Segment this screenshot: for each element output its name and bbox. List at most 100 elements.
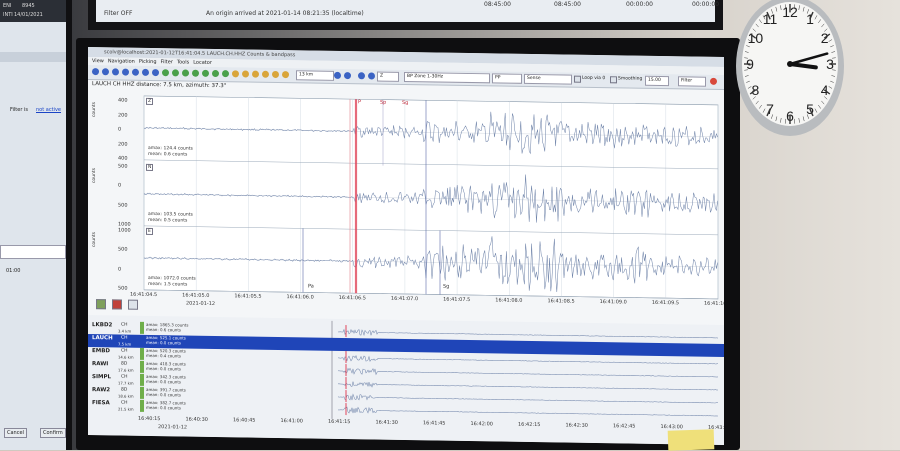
time-tick-label: 16:41:07.5 bbox=[443, 297, 470, 303]
left-monitor: ENI 8945 INTI 14/01/2021 Filter is not a… bbox=[0, 0, 72, 450]
toolbar-action-icon[interactable] bbox=[242, 70, 249, 77]
station-name: RAWI bbox=[92, 361, 108, 367]
y-tick-label: 500 bbox=[118, 163, 128, 169]
phase-label-top: P bbox=[358, 99, 361, 105]
reject-button[interactable] bbox=[112, 299, 122, 309]
toolbar-nav-icon[interactable] bbox=[358, 72, 365, 79]
wall-clock: 121234567891011 bbox=[728, 0, 848, 140]
toolbar-action-icon[interactable] bbox=[232, 70, 239, 77]
station-distance: 14.6 km bbox=[118, 354, 134, 359]
overview-time-tick: 16:42:00 bbox=[471, 421, 493, 427]
y-tick-label: 0 bbox=[118, 266, 121, 272]
toolbar-action-icon[interactable] bbox=[92, 68, 99, 75]
overview-time-tick: 16:41:15 bbox=[328, 419, 350, 425]
menu-locator[interactable]: Locator bbox=[193, 60, 212, 66]
toolbar-action-icon[interactable] bbox=[152, 69, 159, 76]
smoothing-checkbox[interactable] bbox=[610, 76, 617, 83]
amax-label: amax: 1072.0 counts bbox=[148, 276, 196, 282]
toolbar-action-icon[interactable] bbox=[182, 69, 189, 76]
toolbar-action-icon[interactable] bbox=[142, 69, 149, 76]
left-line-1: ENI bbox=[3, 3, 11, 9]
menu-navigation[interactable]: Navigation bbox=[108, 58, 135, 64]
left-field[interactable] bbox=[0, 245, 66, 259]
amax-label: amax: 124.4 counts bbox=[148, 146, 193, 152]
station-network-code: CH bbox=[121, 336, 128, 341]
station-network-code: CH bbox=[121, 323, 128, 328]
toolbar-action-icon[interactable] bbox=[272, 71, 279, 78]
time-tick-label: 16:41:05.0 bbox=[182, 292, 209, 298]
toolbar-action-icon[interactable] bbox=[192, 70, 199, 77]
time-tick-label: 16:41:06.5 bbox=[339, 295, 366, 301]
channel-badge: E bbox=[146, 228, 153, 235]
station-name: LKBD2 bbox=[92, 322, 112, 328]
mode-select[interactable]: Filter bbox=[678, 76, 706, 86]
menu-filter[interactable]: Filter bbox=[161, 59, 173, 65]
toolbar-nav-icon[interactable] bbox=[334, 72, 341, 79]
station-distance: 18.6 km bbox=[118, 393, 134, 398]
overview-time-tick: 16:41:00 bbox=[281, 418, 303, 424]
left-line-4: 14/01/2021 bbox=[14, 12, 43, 18]
menu-picking[interactable]: Picking bbox=[139, 59, 157, 65]
y-tick-label: 200 bbox=[118, 112, 128, 118]
toolbar-action-icon[interactable] bbox=[262, 71, 269, 78]
phase-label-top: Sg bbox=[402, 100, 408, 106]
station-mean: mean: 0.4 counts bbox=[146, 353, 181, 359]
smoothing-value[interactable]: 15.00 bbox=[645, 76, 669, 86]
top-filter-status: Filter OFF bbox=[104, 10, 132, 17]
clock-center bbox=[787, 61, 793, 67]
amax-label: amax: 103.5 counts bbox=[148, 212, 193, 218]
toolbar-action-icon[interactable] bbox=[122, 69, 129, 76]
menu-tools[interactable]: Tools bbox=[177, 59, 189, 65]
toolbar-action-icon[interactable] bbox=[112, 68, 119, 75]
phase-label-top: Sp bbox=[380, 100, 386, 106]
y-tick-label: 500 bbox=[118, 202, 128, 208]
left-cancel-button[interactable]: Cancel bbox=[4, 428, 27, 438]
overview-time-tick: 16:40:15 bbox=[138, 416, 160, 422]
mean-label: mean: 0.6 counts bbox=[148, 152, 187, 158]
toolbar-action-icon[interactable] bbox=[252, 71, 259, 78]
station-network-code: CH bbox=[121, 375, 128, 380]
phase-label-pa: Pa bbox=[308, 283, 314, 289]
station-network-code: CH bbox=[121, 401, 128, 406]
toolbar-action-icon[interactable] bbox=[222, 70, 229, 77]
top-col-4: 00:00:00 bbox=[692, 1, 719, 8]
stop-icon[interactable] bbox=[710, 78, 717, 85]
time-tick-label: 16:41:06.0 bbox=[287, 294, 314, 300]
toolbar-action-icon[interactable] bbox=[202, 70, 209, 77]
filter-select[interactable]: BP Zone 1-30Hz bbox=[404, 72, 490, 83]
station-name: LAUCH bbox=[92, 335, 113, 341]
field-b-select[interactable]: Sense bbox=[524, 74, 572, 85]
toolbar-action-icon[interactable] bbox=[102, 68, 109, 75]
menu-view[interactable]: View bbox=[92, 58, 104, 64]
toolbar-action-icon[interactable] bbox=[132, 69, 139, 76]
station-mean: mean: 0.0 counts bbox=[146, 366, 181, 372]
y-tick-label: 1000 bbox=[118, 227, 131, 233]
overview-time-tick: 16:41:30 bbox=[376, 420, 398, 426]
y-unit-label: counts bbox=[92, 232, 97, 247]
toolbar-action-icon[interactable] bbox=[172, 69, 179, 76]
top-monitor: Filter OFF An origin arrived at 2021-01-… bbox=[88, 0, 723, 30]
accept-button[interactable] bbox=[96, 299, 106, 309]
toolbar-nav-icon[interactable] bbox=[368, 72, 375, 79]
y-tick-label: 500 bbox=[118, 285, 128, 291]
reset-button[interactable] bbox=[128, 300, 138, 310]
station-name: FIESA bbox=[92, 400, 110, 406]
field-a-select[interactable]: PP bbox=[492, 73, 522, 83]
loop-label: Loop via 0 bbox=[582, 76, 605, 81]
time-tick-label: 16:41:04.5 bbox=[130, 292, 157, 298]
toolbar-action-icon[interactable] bbox=[212, 70, 219, 77]
toolbar-action-icon[interactable] bbox=[282, 71, 289, 78]
y-tick-label: 200 bbox=[118, 141, 128, 147]
left-filter-link[interactable]: not active bbox=[36, 107, 61, 113]
time-axis-date: 2021-01-12 bbox=[186, 301, 215, 307]
left-confirm-button[interactable]: Confirm bbox=[40, 428, 66, 438]
toolbar-nav-icon[interactable] bbox=[344, 72, 351, 79]
y-unit-label: counts bbox=[92, 102, 97, 117]
component-select[interactable]: Z bbox=[377, 72, 399, 82]
distance-field[interactable]: 13 km bbox=[296, 70, 334, 81]
station-mean: mean: 0.0 counts bbox=[146, 379, 181, 385]
loop-checkbox[interactable] bbox=[574, 76, 581, 83]
overview-date: 2021-01-12 bbox=[158, 424, 187, 430]
station-mean: mean: 0.0 counts bbox=[146, 340, 181, 346]
toolbar-action-icon[interactable] bbox=[162, 69, 169, 76]
